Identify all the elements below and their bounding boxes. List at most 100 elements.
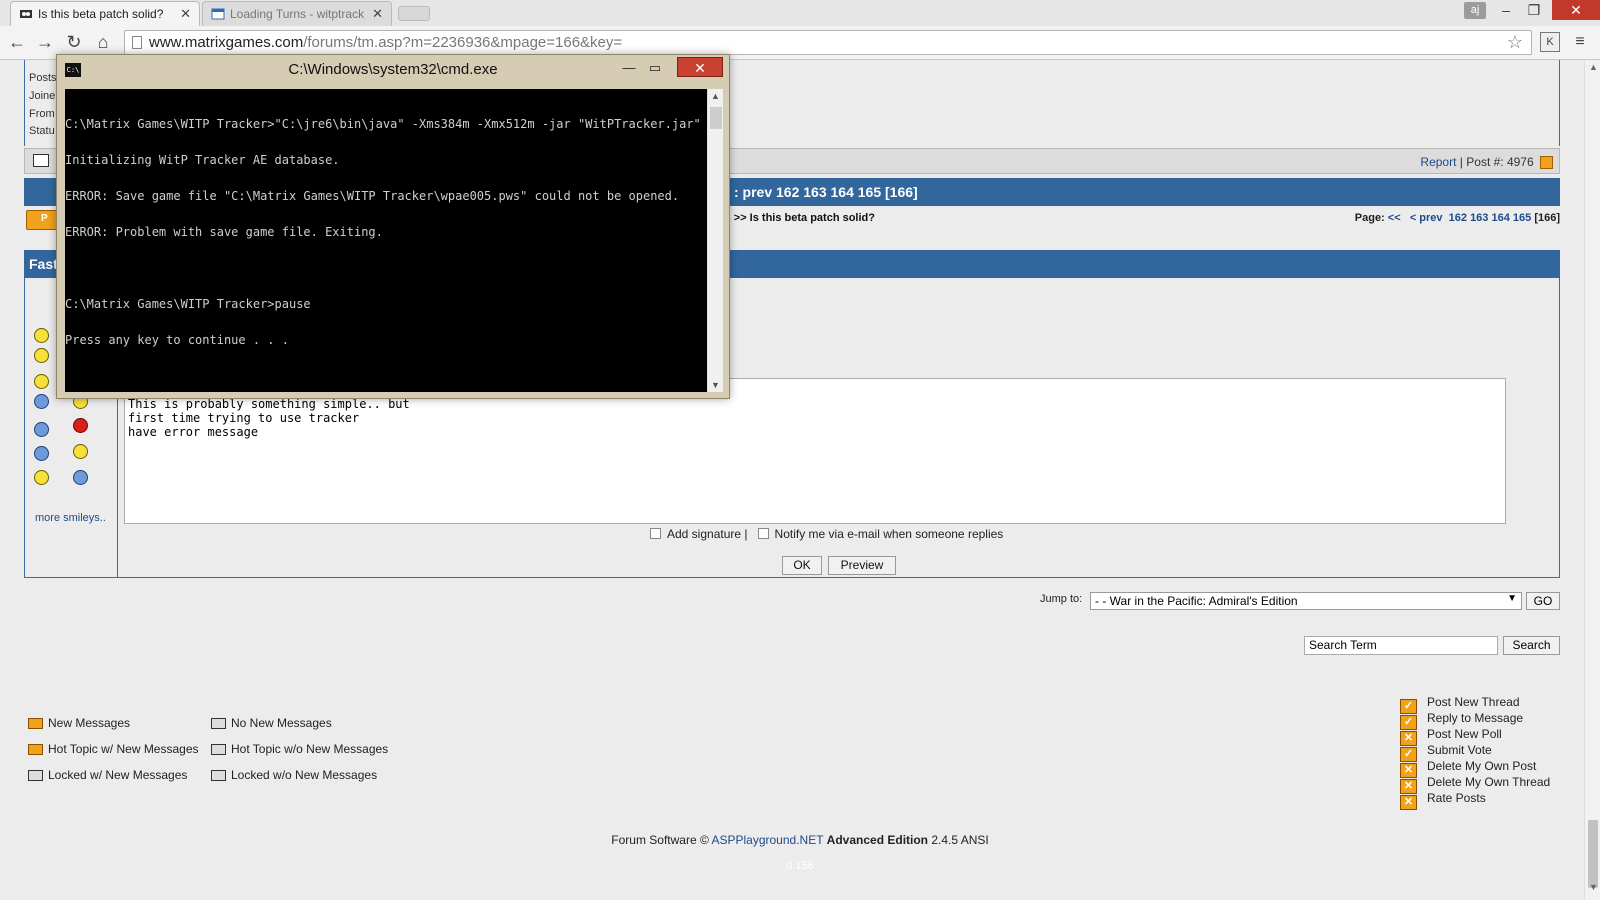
cmd-close-icon[interactable]: ✕ <box>677 57 723 77</box>
matrix-favicon-icon <box>19 8 33 20</box>
page-number-links[interactable]: 162 163 164 165 <box>1449 212 1532 224</box>
tab-strip: Is this beta patch solid? ✕ Loading Turn… <box>0 0 1600 26</box>
legend-new-messages: New Messages <box>28 716 130 730</box>
console-line: ERROR: Save game file "C:\Matrix Games\W… <box>65 189 680 203</box>
console-scroll-thumb[interactable] <box>710 107 722 129</box>
cmd-maximize-icon[interactable]: ▭ <box>643 59 667 79</box>
forward-icon[interactable]: → <box>34 31 56 53</box>
legend-label: No New Messages <box>231 716 332 730</box>
user-badge[interactable]: aj <box>1464 2 1486 19</box>
legend-locked-no-new: Locked w/o New Messages <box>211 768 377 782</box>
menu-icon[interactable]: ≡ <box>1570 32 1590 52</box>
confused-smiley-icon[interactable] <box>34 374 49 389</box>
close-window-icon[interactable]: ✕ <box>1552 0 1600 20</box>
perm-label: Submit Vote <box>1427 743 1492 757</box>
prev-page-link[interactable]: < prev <box>1410 212 1443 224</box>
profile-card-icon[interactable] <box>33 154 49 167</box>
legend-label: New Messages <box>48 716 131 730</box>
page-timing: 0.156 <box>786 860 814 872</box>
console-line: Initializing WitP Tracker AE database. <box>65 153 340 167</box>
restore-icon[interactable]: ❐ <box>1520 0 1548 20</box>
jump-selected-value: - - War in the Pacific: Admiral's Editio… <box>1095 594 1298 608</box>
message-textarea[interactable]: Hi This is probably something simple.. b… <box>124 378 1506 524</box>
bookmark-star-icon[interactable]: ☆ <box>1507 32 1523 53</box>
reading-smiley-icon[interactable] <box>73 470 88 485</box>
current-page: [166] <box>1534 212 1560 224</box>
first-page-link[interactable]: << <box>1388 212 1401 224</box>
reply-options: Add signature | Notify me via e-mail whe… <box>650 527 1003 541</box>
address-bar[interactable]: www.matrixgames.com/forums/tm.asp?m=2236… <box>124 30 1532 55</box>
perm-label: Reply to Message <box>1427 711 1524 725</box>
tab-beta-patch[interactable]: Is this beta patch solid? ✕ <box>10 1 200 26</box>
legend-locked-new: Locked w/ New Messages <box>28 768 187 782</box>
footer-link[interactable]: ASPPlayground.NET <box>711 833 823 847</box>
console-scrollbar[interactable]: ▲ ▼ <box>707 89 723 392</box>
cmd-window[interactable]: C:\Windows\system32\cmd.exe C:\ — ▭ ✕ C:… <box>56 54 730 399</box>
page-icon <box>132 36 142 49</box>
report-link[interactable]: Report <box>1420 155 1456 169</box>
notify-label: Notify me via e-mail when someone replie… <box>774 527 1004 541</box>
perm-label: Delete My Own Thread <box>1427 775 1551 789</box>
page-scrollbar[interactable]: ▲ ▼ <box>1584 60 1600 900</box>
extension-icon[interactable]: K <box>1540 32 1560 52</box>
perm-label: Post New Thread <box>1427 695 1520 709</box>
console-line: C:\Matrix Games\WITP Tracker>"C:\jre6\bi… <box>65 117 701 131</box>
url-host: www.matrixgames.com <box>149 34 304 51</box>
profile-joined-label: Joine <box>29 90 56 102</box>
page-favicon-icon <box>211 8 225 20</box>
thinking-smiley-icon[interactable] <box>73 444 88 459</box>
legend-label: Hot Topic w/o New Messages <box>231 742 389 756</box>
console-scroll-up-icon[interactable]: ▲ <box>711 91 720 101</box>
laugh-smiley-icon[interactable] <box>34 470 49 485</box>
console-line: C:\Matrix Games\WITP Tracker>pause <box>65 297 311 311</box>
legend-no-new-messages: No New Messages <box>211 716 332 730</box>
sad-smiley-icon[interactable] <box>34 394 49 409</box>
close-tab-icon[interactable]: ✕ <box>372 6 383 22</box>
angry-smiley-icon[interactable] <box>73 418 88 433</box>
cross-icon: ✕ <box>1400 795 1417 810</box>
perm-label: Delete My Own Post <box>1427 759 1537 773</box>
add-signature-checkbox[interactable] <box>650 528 661 539</box>
footer-version: 2.4.5 ANSI <box>931 833 989 847</box>
perm-label: Post New Poll <box>1427 727 1502 741</box>
go-button[interactable]: GO <box>1526 592 1560 610</box>
ok-button[interactable]: OK <box>782 556 822 575</box>
preview-button[interactable]: Preview <box>828 556 896 575</box>
search-button[interactable]: Search <box>1503 636 1560 655</box>
profile-status-label: Statu <box>29 125 55 137</box>
cmd-minimize-icon[interactable]: — <box>617 59 641 79</box>
cool-smiley-icon[interactable] <box>34 348 49 363</box>
tab-title: Loading Turns - witptrack <box>230 7 365 21</box>
smile-smiley-icon[interactable] <box>34 328 49 343</box>
scroll-thumb[interactable] <box>1588 820 1598 888</box>
scroll-down-icon[interactable]: ▼ <box>1589 882 1598 892</box>
perm-label: Rate Posts <box>1427 791 1486 805</box>
legend-hot-no-new: Hot Topic w/o New Messages <box>211 742 388 756</box>
footer-edition: Advanced Edition <box>826 833 929 847</box>
dizzy-smiley-icon[interactable] <box>34 446 49 461</box>
close-tab-icon[interactable]: ✕ <box>180 6 191 22</box>
sleepy-smiley-icon[interactable] <box>34 422 49 437</box>
notify-checkbox[interactable] <box>757 528 769 539</box>
home-icon[interactable]: ⌂ <box>92 31 114 53</box>
envelope-icon <box>211 718 226 729</box>
hot-envelope-icon <box>211 744 226 755</box>
reputation-icon[interactable] <box>1540 156 1553 169</box>
search-input[interactable]: Search Term <box>1304 636 1498 655</box>
jump-to-select[interactable]: - - War in the Pacific: Admiral's Editio… <box>1090 592 1522 610</box>
tab-loading-turns[interactable]: Loading Turns - witptrack ✕ <box>202 1 392 26</box>
locked-envelope-new-icon <box>28 770 43 781</box>
reload-icon[interactable]: ↻ <box>63 31 85 53</box>
console-scroll-down-icon[interactable]: ▼ <box>711 380 720 390</box>
more-smileys-link[interactable]: more smileys.. <box>35 512 106 524</box>
minimize-icon[interactable]: – <box>1492 0 1520 20</box>
new-tab-button[interactable] <box>398 6 430 21</box>
scroll-up-icon[interactable]: ▲ <box>1589 62 1598 72</box>
hot-envelope-new-icon <box>28 744 43 755</box>
breadcrumb-text[interactable]: n >> Is this beta patch solid? <box>724 212 875 224</box>
meta-separator: | <box>1459 155 1463 169</box>
back-icon[interactable]: ← <box>6 31 28 53</box>
console-output[interactable]: C:\Matrix Games\WITP Tracker>"C:\jre6\bi… <box>65 89 707 392</box>
thread-pagination-text: : prev 162 163 164 165 [166] <box>734 184 918 200</box>
